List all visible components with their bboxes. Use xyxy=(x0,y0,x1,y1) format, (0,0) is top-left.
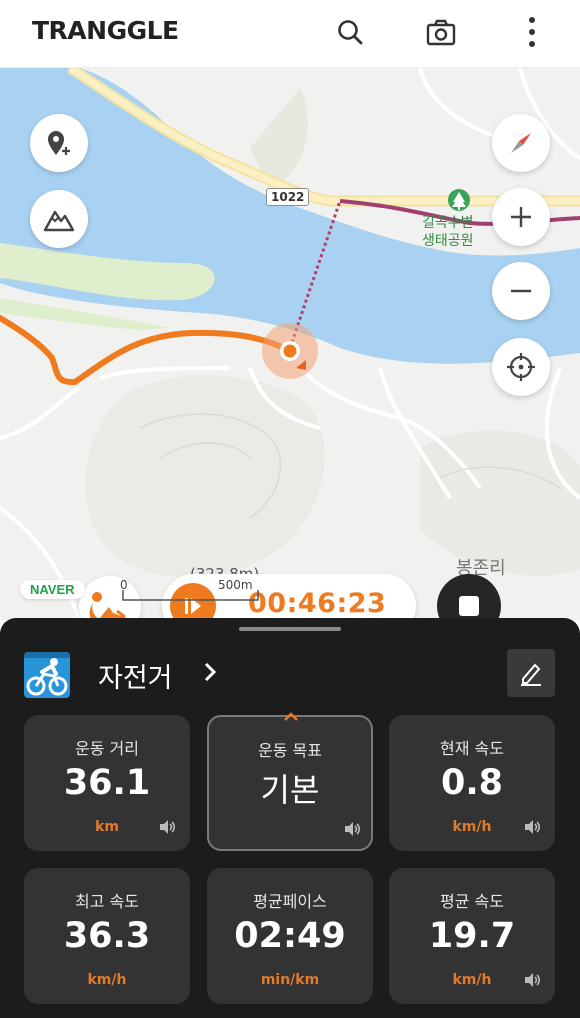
locate-icon xyxy=(507,353,535,381)
map-provider-logo: NAVER xyxy=(20,580,85,599)
metric-card-avg-pace[interactable]: 평균페이스 02:49 min/km xyxy=(207,868,373,1004)
zoom-out-button[interactable] xyxy=(492,262,550,320)
sport-name[interactable]: 자전거 xyxy=(98,656,173,695)
zoom-in-button[interactable] xyxy=(492,188,550,246)
scale-end-label: 500m xyxy=(218,578,253,592)
locate-button[interactable] xyxy=(492,338,550,396)
metric-unit: min/km xyxy=(260,972,320,988)
compass-icon xyxy=(511,133,531,153)
search-button[interactable] xyxy=(328,12,372,52)
app-header: TRANGGLE xyxy=(0,0,580,68)
camera-icon xyxy=(426,19,456,46)
add-waypoint-icon xyxy=(48,131,70,155)
metric-card-max-speed[interactable]: 최고 속도 36.3 km/h xyxy=(24,868,190,1004)
chevron-right-icon[interactable] xyxy=(200,660,220,684)
compass-button[interactable] xyxy=(492,114,550,172)
more-menu-button[interactable] xyxy=(510,12,554,52)
metric-card-avg-speed[interactable]: 평균 속도 19.7 km/h xyxy=(389,868,555,1004)
zoom-out-icon xyxy=(511,289,531,293)
metric-value: 02:49 xyxy=(234,916,346,956)
metric-value: 36.3 xyxy=(63,916,151,956)
drag-handle[interactable] xyxy=(239,627,341,631)
speaker-icon[interactable] xyxy=(343,821,361,837)
metric-value: 19.7 xyxy=(428,916,516,956)
metric-value: 0.8 xyxy=(440,763,503,803)
metric-label: 평균페이스 xyxy=(253,892,327,911)
camera-button[interactable] xyxy=(419,12,463,52)
metric-label: 운동 거리 xyxy=(75,739,139,758)
map-scale: 0 500m xyxy=(120,578,262,602)
metric-label: 현재 속도 xyxy=(440,739,504,758)
map-view[interactable]: 1022 길곡수변 생태공원 봉존리 (323.8m) 00:46:23 NAV… xyxy=(0,68,580,620)
pencil-icon xyxy=(521,663,541,686)
sport-icon-badge xyxy=(24,652,70,698)
metric-unit: km/h xyxy=(87,972,127,988)
search-icon xyxy=(338,20,363,45)
metric-card-distance[interactable]: 운동 거리 36.1 km xyxy=(24,715,190,851)
metric-label: 평균 속도 xyxy=(440,892,504,911)
edit-button[interactable] xyxy=(507,649,555,697)
app-logo: TRANGGLE xyxy=(32,16,179,45)
zoom-in-icon xyxy=(511,207,531,227)
mountain-button[interactable] xyxy=(30,190,88,248)
metric-card-goal[interactable]: 운동 목표 기본 xyxy=(207,712,373,851)
speaker-icon[interactable] xyxy=(523,972,541,988)
elapsed-time: 00:46:23 xyxy=(248,588,387,619)
caret-up-icon xyxy=(284,712,298,721)
more-vertical-icon xyxy=(529,17,535,47)
stop-icon xyxy=(459,596,479,616)
add-waypoint-button[interactable] xyxy=(30,114,88,172)
speaker-icon[interactable] xyxy=(158,819,176,835)
park-label-line1: 길곡수변 xyxy=(422,215,474,231)
metric-label: 최고 속도 xyxy=(75,892,139,911)
mountain-icon xyxy=(43,210,75,232)
park-label-line2: 생태공원 xyxy=(422,233,474,249)
park-label: 길곡수변 생태공원 xyxy=(422,214,474,250)
metric-card-current-speed[interactable]: 현재 속도 0.8 km/h xyxy=(389,715,555,851)
bicycle-icon xyxy=(24,652,70,696)
metric-value: 36.1 xyxy=(63,763,151,803)
metric-label: 운동 목표 xyxy=(258,741,322,760)
workout-panel: 자전거 운동 거리 36.1 km 운동 목표 기본 현재 속도 0.8 km/… xyxy=(0,618,580,1018)
speaker-icon[interactable] xyxy=(523,819,541,835)
metric-value: 기본 xyxy=(260,771,320,809)
scale-start-label: 0 xyxy=(120,578,128,592)
road-number-badge: 1022 xyxy=(266,188,310,206)
